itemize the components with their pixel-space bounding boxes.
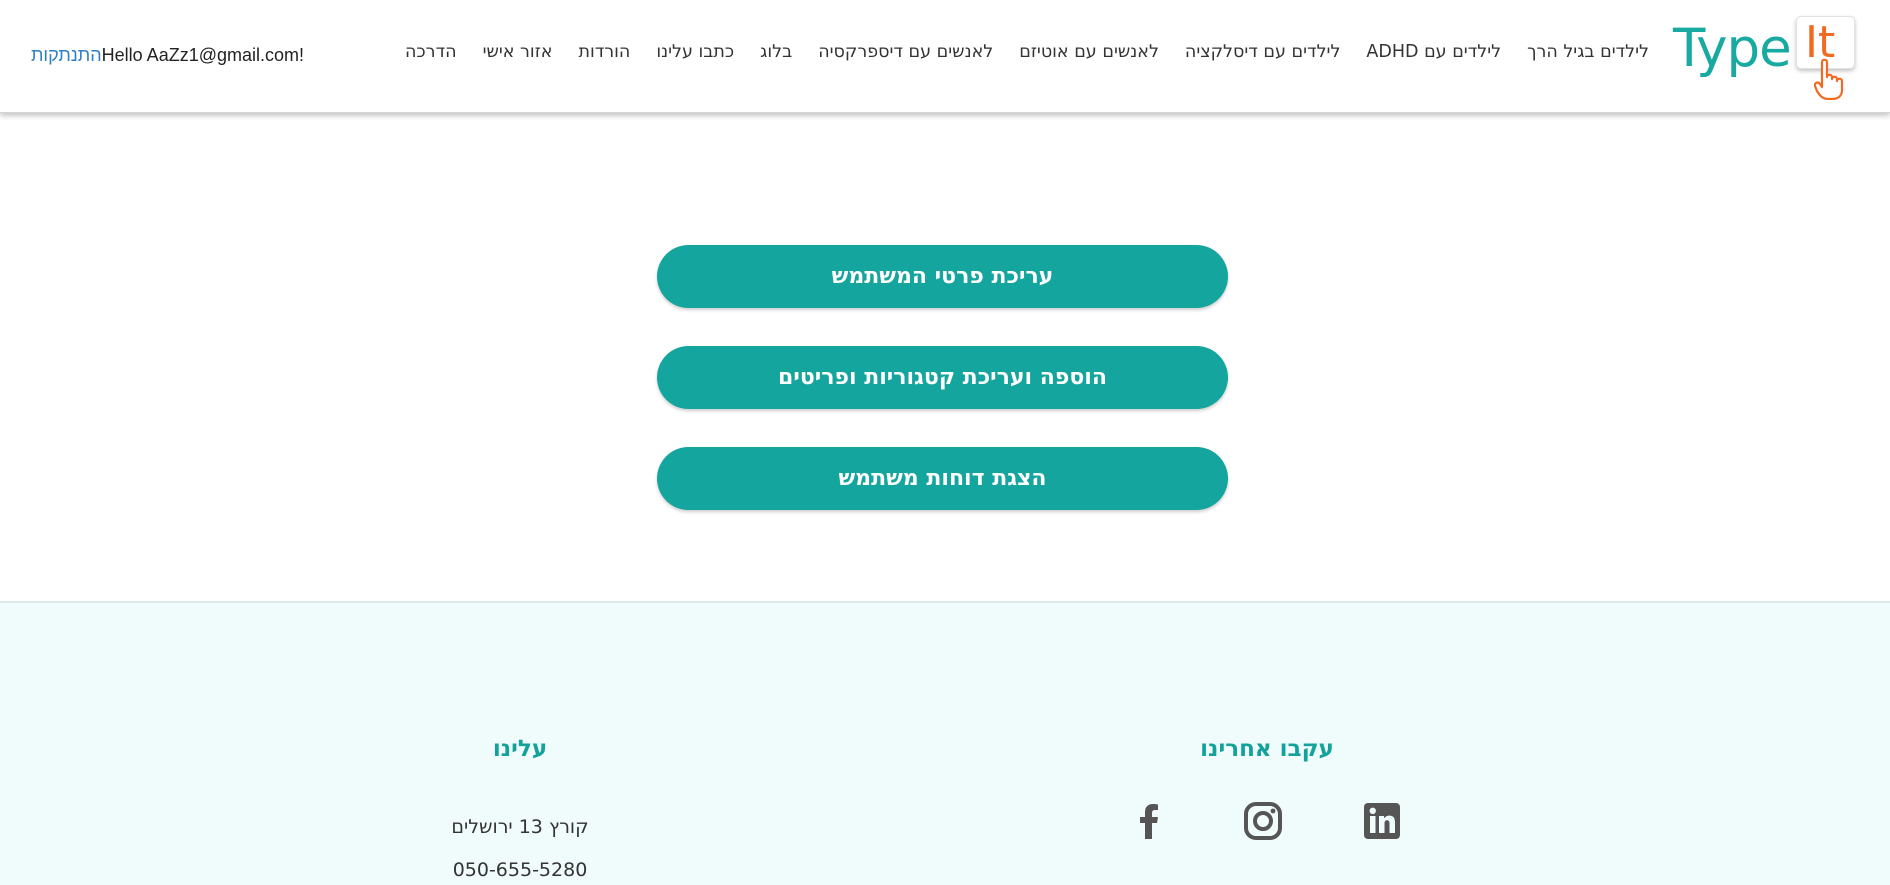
- footer-address: קורץ 13 ירושלים: [451, 816, 589, 838]
- facebook-icon[interactable]: [1129, 801, 1169, 841]
- edit-user-details-button[interactable]: עריכת פרטי המשתמש: [657, 245, 1228, 308]
- nav-item-blog[interactable]: בלוג: [760, 42, 792, 62]
- nav-item-dyslexia[interactable]: לילדים עם דיסלקציה: [1185, 42, 1341, 62]
- nav-item-guide[interactable]: הדרכה: [405, 42, 457, 62]
- nav-item-personal-area[interactable]: אזור אישי: [483, 42, 553, 62]
- nav-item-adhd[interactable]: לילדים עם ADHD: [1366, 42, 1501, 62]
- linkedin-icon[interactable]: [1362, 801, 1402, 841]
- nav-item-early-childhood[interactable]: לילדים בגיל הרך: [1527, 42, 1649, 62]
- nav-item-downloads[interactable]: הורדות: [578, 42, 630, 62]
- about-us-heading: עלינו: [492, 736, 548, 762]
- footer-phone: 050-655-5280: [452, 859, 588, 881]
- follow-us-heading: עקבו אחרינו: [1200, 736, 1334, 762]
- user-reports-button[interactable]: הצגת דוחות משתמש: [657, 447, 1228, 510]
- admin-actions: עריכת פרטי המשתמש הוספה ועריכת קטגוריות …: [657, 245, 1228, 510]
- user-greeting: Hello AaZz1@gmail.com!: [101, 45, 304, 65]
- nav-item-dyspraxia[interactable]: לאנשים עם דיספרקסיה: [818, 42, 993, 62]
- logo-type-text: Type: [1673, 18, 1792, 79]
- manage-categories-items-button[interactable]: הוספה ועריכת קטגוריות ופריטים: [657, 346, 1228, 409]
- pointing-hand-icon: [1814, 58, 1844, 100]
- logout-link[interactable]: התנתקות: [31, 45, 102, 65]
- social-links: [1129, 801, 1409, 845]
- nav-item-press[interactable]: כתבו עלינו: [656, 42, 734, 62]
- site-header: Type It לילדים בגיל הרך לילדים עם ADHD ל…: [0, 0, 1890, 113]
- main-nav: לילדים בגיל הרך לילדים עם ADHD לילדים עם…: [405, 42, 1649, 62]
- instagram-icon[interactable]: [1243, 801, 1283, 841]
- type-it-logo[interactable]: Type It: [1672, 14, 1860, 104]
- site-footer: עקבו אחרינו עלינו קורץ 13 ירושלים 050-65…: [0, 601, 1890, 885]
- user-area: התנתקותHello AaZz1@gmail.com!: [31, 45, 304, 66]
- nav-item-autism[interactable]: לאנשים עם אוטיזם: [1019, 42, 1159, 62]
